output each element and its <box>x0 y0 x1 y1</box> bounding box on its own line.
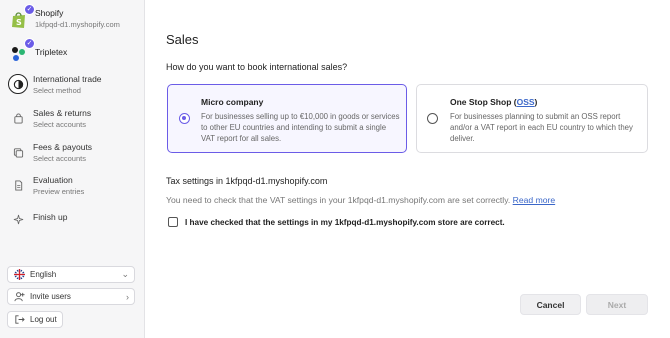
step-title: Sales & returns <box>33 108 92 118</box>
tax-settings-heading: Tax settings in 1kfpqd-d1.myshopify.com <box>166 176 328 186</box>
option-description: For businesses selling up to €10,000 in … <box>201 112 400 143</box>
option-title-suffix: ) <box>534 97 538 107</box>
read-more-link[interactable]: Read more <box>513 195 556 205</box>
main-content: Sales How do you want to book internatio… <box>145 0 670 338</box>
connection-name: Shopify <box>35 8 64 18</box>
uk-flag-icon <box>13 269 25 280</box>
option-description: For businesses planning to submit an OSS… <box>450 112 633 143</box>
page-title: Sales <box>166 32 199 47</box>
tripletex-logo-icon: ✓ <box>8 38 35 64</box>
confirm-checkbox[interactable] <box>168 217 178 227</box>
step-title: Evaluation <box>33 175 73 185</box>
step-international-trade[interactable]: International trade Select method <box>8 74 138 96</box>
option-micro-company[interactable]: Micro company For businesses selling up … <box>167 84 407 153</box>
cancel-button[interactable]: Cancel <box>520 294 581 315</box>
document-icon <box>8 175 28 195</box>
globe-icon <box>8 74 28 94</box>
sparkle-icon <box>8 209 28 229</box>
step-title: International trade <box>33 74 102 84</box>
step-evaluation[interactable]: Evaluation Preview entries <box>8 175 138 197</box>
question-text: How do you want to book international sa… <box>166 62 348 72</box>
connected-check-icon: ✓ <box>24 38 35 49</box>
connection-shopify: S ✓ Shopify 1kfpqd-d1.myshopify.com <box>8 4 120 30</box>
tax-settings-text: You need to check that the VAT settings … <box>166 195 555 205</box>
chevron-right-icon: › <box>126 291 129 302</box>
oss-link[interactable]: OSS <box>517 97 535 107</box>
tax-text: You need to check that the VAT settings … <box>166 195 511 205</box>
step-title: Fees & payouts <box>33 142 93 152</box>
logout-icon <box>13 314 25 325</box>
connection-name: Tripletex <box>35 47 68 57</box>
option-title: Micro company <box>201 97 264 107</box>
logout-button[interactable]: Log out <box>7 311 63 328</box>
add-user-icon <box>13 291 25 302</box>
step-fees-payouts[interactable]: Fees & payouts Select accounts <box>8 142 138 164</box>
option-one-stop-shop[interactable]: One Stop Shop (OSS) For businesses plann… <box>416 84 648 153</box>
step-subtitle: Select accounts <box>33 154 86 163</box>
connected-check-icon: ✓ <box>24 4 35 15</box>
shopping-bag-icon <box>8 108 28 128</box>
step-title: Finish up <box>33 212 68 222</box>
step-subtitle: Preview entries <box>33 187 85 196</box>
coins-icon <box>8 142 28 162</box>
option-title-prefix: One Stop Shop ( <box>450 97 517 107</box>
language-select[interactable]: English ⌄ <box>7 266 135 283</box>
radio-unselected[interactable] <box>427 113 438 124</box>
radio-selected[interactable] <box>179 113 190 124</box>
svg-text:S: S <box>16 18 22 27</box>
step-subtitle: Select method <box>33 86 81 95</box>
logout-label: Log out <box>30 315 57 324</box>
invite-users-button[interactable]: Invite users › <box>7 288 135 305</box>
connection-tripletex: ✓ Tripletex <box>8 38 68 64</box>
confirm-label[interactable]: I have checked that the settings in my 1… <box>185 218 505 227</box>
next-button[interactable]: Next <box>586 294 648 315</box>
connection-subtitle: 1kfpqd-d1.myshopify.com <box>35 20 120 29</box>
step-subtitle: Select accounts <box>33 120 86 129</box>
invite-users-label: Invite users <box>30 292 71 301</box>
confirm-row: I have checked that the settings in my 1… <box>168 217 505 227</box>
shopify-logo-icon: S ✓ <box>8 4 35 30</box>
step-sales-returns[interactable]: Sales & returns Select accounts <box>8 108 138 130</box>
step-finish-up[interactable]: Finish up <box>8 209 138 229</box>
sidebar: S ✓ Shopify 1kfpqd-d1.myshopify.com ✓ Tr… <box>0 0 145 338</box>
language-label: English <box>30 270 57 279</box>
chevron-down-icon: ⌄ <box>121 269 129 279</box>
option-title: One Stop Shop (OSS) <box>450 97 537 107</box>
